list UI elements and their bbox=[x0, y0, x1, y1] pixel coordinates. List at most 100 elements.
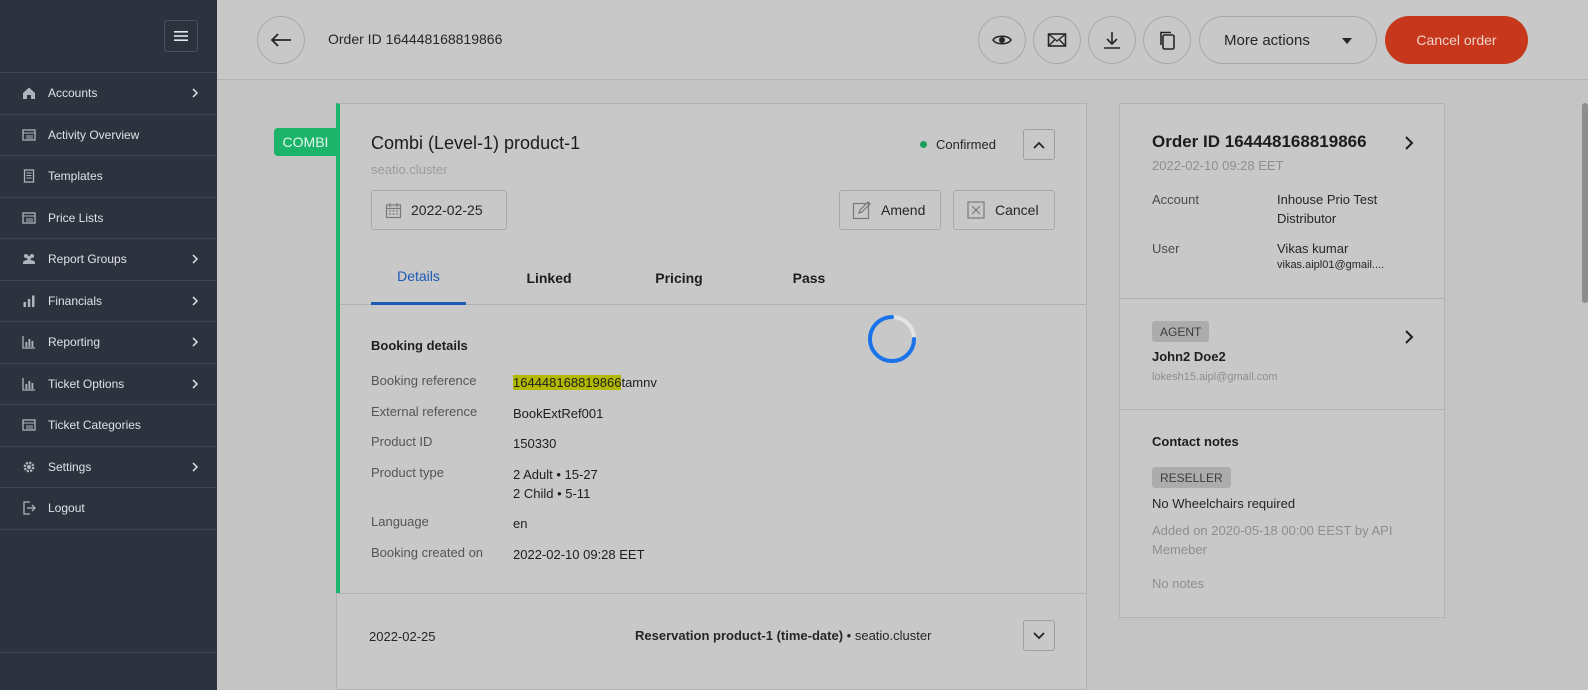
sidebar-nav: Accounts Activity Overview Templates Price … bbox=[0, 72, 217, 530]
divider bbox=[1120, 409, 1444, 410]
tab-linked[interactable]: Linked bbox=[501, 250, 597, 305]
tab-details[interactable]: Details bbox=[371, 250, 466, 305]
chevron-right-icon bbox=[192, 337, 199, 347]
list-icon bbox=[22, 128, 36, 142]
linked-product-subtitle: • seatio.cluster bbox=[846, 628, 932, 643]
chevron-right-icon bbox=[192, 88, 199, 98]
note-meta: Added on 2020-05-18 00:00 EEST by API Me… bbox=[1152, 523, 1393, 557]
download-icon bbox=[1104, 32, 1120, 49]
home-icon bbox=[22, 86, 36, 100]
list-icon bbox=[22, 211, 36, 225]
logout-icon bbox=[22, 501, 36, 515]
gear-icon bbox=[22, 460, 36, 474]
sidebar-item-templates[interactable]: Templates bbox=[0, 156, 217, 198]
sidebar-item-label: Ticket Categories bbox=[48, 418, 141, 433]
document-icon bbox=[22, 169, 36, 183]
chevron-right-icon bbox=[192, 462, 199, 472]
booking-reference-suffix: tamnv bbox=[621, 375, 657, 390]
detail-value: 150330 bbox=[513, 436, 557, 451]
sidebar-item-report-groups[interactable]: Report Groups bbox=[0, 239, 217, 281]
loading-spinner-icon bbox=[868, 315, 916, 363]
back-button[interactable] bbox=[257, 16, 305, 64]
user-label: User bbox=[1152, 241, 1180, 256]
product-title: Combi (Level-1) product-1 bbox=[371, 133, 581, 153]
menu-toggle-button[interactable] bbox=[164, 20, 198, 52]
detail-label: Product type bbox=[371, 465, 444, 480]
more-actions-dropdown[interactable]: More actions bbox=[1199, 16, 1377, 64]
product-type-badge: COMBI bbox=[274, 128, 337, 156]
sidebar: Accounts Activity Overview Templates Price … bbox=[0, 0, 217, 690]
sidebar-item-price-lists[interactable]: Price Lists bbox=[0, 198, 217, 239]
sidebar-item-ticket-options[interactable]: Ticket Options bbox=[0, 364, 217, 405]
date-picker[interactable]: 2022-02-25 bbox=[371, 190, 507, 230]
product-type-child: 2 Child • 5-11 bbox=[513, 486, 591, 501]
detail-label: Booking created on bbox=[371, 545, 484, 560]
sidebar-item-label: Price Lists bbox=[48, 210, 104, 225]
page-title: Order ID 164448168819866 bbox=[328, 31, 503, 47]
sidebar-item-label: Ticket Options bbox=[48, 376, 125, 391]
expand-button[interactable] bbox=[1023, 620, 1055, 651]
sidebar-item-accounts[interactable]: Accounts bbox=[0, 73, 217, 115]
detail-value: en bbox=[513, 516, 528, 531]
amend-button[interactable]: Amend bbox=[839, 190, 941, 230]
product-card: Combi (Level-1) product-1 seatio.cluster… bbox=[336, 103, 1087, 594]
order-date: 2022-02-10 09:28 EET bbox=[1152, 158, 1284, 173]
reseller-tag: RESELLER bbox=[1152, 467, 1231, 488]
sidebar-item-label: Financials bbox=[48, 293, 103, 308]
detail-value: 2022-02-10 09:28 EET bbox=[513, 547, 645, 562]
sidebar-item-logout[interactable]: Logout bbox=[0, 488, 217, 530]
cancel-button[interactable]: Cancel bbox=[953, 190, 1055, 230]
no-notes-text: No notes bbox=[1152, 576, 1205, 591]
detail-label: Language bbox=[371, 514, 429, 529]
sidebar-item-ticket-categories[interactable]: Ticket Categories bbox=[0, 405, 217, 447]
email-button[interactable] bbox=[1033, 16, 1081, 64]
divider bbox=[1120, 298, 1444, 299]
copy-button[interactable] bbox=[1143, 16, 1191, 64]
account-value: Inhouse Prio Test Distributor bbox=[1277, 192, 1378, 226]
detail-label: Booking reference bbox=[371, 373, 477, 388]
sidebar-item-reporting[interactable]: Reporting bbox=[0, 322, 217, 364]
amend-label: Amend bbox=[881, 202, 926, 218]
chevron-up-icon bbox=[1033, 141, 1045, 149]
status-dot-icon bbox=[920, 141, 927, 148]
detail-value: BookExtRef001 bbox=[513, 406, 604, 421]
collapse-button[interactable] bbox=[1023, 129, 1055, 160]
search-highlight: 164448168819866 bbox=[513, 375, 622, 390]
user-value: Vikas kumar bbox=[1277, 241, 1349, 256]
sidebar-footer bbox=[0, 652, 217, 690]
hamburger-icon bbox=[174, 31, 188, 41]
sidebar-item-label: Activity Overview bbox=[48, 127, 140, 142]
close-box-icon bbox=[967, 201, 985, 219]
linked-product-card: 2022-02-25 Reservation product-1 (time-d… bbox=[336, 593, 1087, 690]
date-value: 2022-02-25 bbox=[411, 202, 483, 218]
sidebar-item-financials[interactable]: Financials bbox=[0, 281, 217, 322]
detail-value: 2 Adult • 15-27 2 Child • 5-11 bbox=[513, 465, 598, 503]
linked-product-date: 2022-02-25 bbox=[369, 629, 436, 644]
contact-notes-title: Contact notes bbox=[1152, 434, 1239, 449]
status-badge: Confirmed bbox=[920, 137, 996, 152]
agent-name: John2 Doe2 bbox=[1152, 349, 1226, 364]
chart-icon bbox=[22, 335, 36, 349]
sidebar-item-label: Accounts bbox=[48, 86, 98, 101]
preview-button[interactable] bbox=[978, 16, 1026, 64]
order-summary-title[interactable]: Order ID 164448168819866 bbox=[1152, 132, 1367, 152]
chevron-right-icon[interactable] bbox=[1404, 329, 1414, 345]
sidebar-item-label: Reporting bbox=[48, 335, 101, 350]
detail-label: External reference bbox=[371, 404, 478, 419]
product-subtitle: seatio.cluster bbox=[371, 162, 448, 177]
sidebar-item-label: Settings bbox=[48, 459, 92, 474]
chevron-down-icon bbox=[1033, 631, 1045, 639]
tab-pass[interactable]: Pass bbox=[761, 250, 857, 305]
edit-icon bbox=[852, 201, 871, 220]
chevron-right-icon[interactable] bbox=[1404, 135, 1414, 151]
sidebar-item-label: Templates bbox=[48, 169, 103, 184]
sidebar-item-settings[interactable]: Settings bbox=[0, 447, 217, 488]
cancel-order-button[interactable]: Cancel order bbox=[1385, 16, 1528, 64]
calendar-icon bbox=[385, 202, 402, 218]
agent-tag: AGENT bbox=[1152, 321, 1210, 342]
product-type-adult: 2 Adult • 15-27 bbox=[513, 467, 598, 482]
sidebar-item-activity-overview[interactable]: Activity Overview bbox=[0, 115, 217, 156]
page-scrollbar[interactable] bbox=[1582, 103, 1588, 303]
tab-pricing[interactable]: Pricing bbox=[631, 250, 727, 305]
download-button[interactable] bbox=[1088, 16, 1136, 64]
